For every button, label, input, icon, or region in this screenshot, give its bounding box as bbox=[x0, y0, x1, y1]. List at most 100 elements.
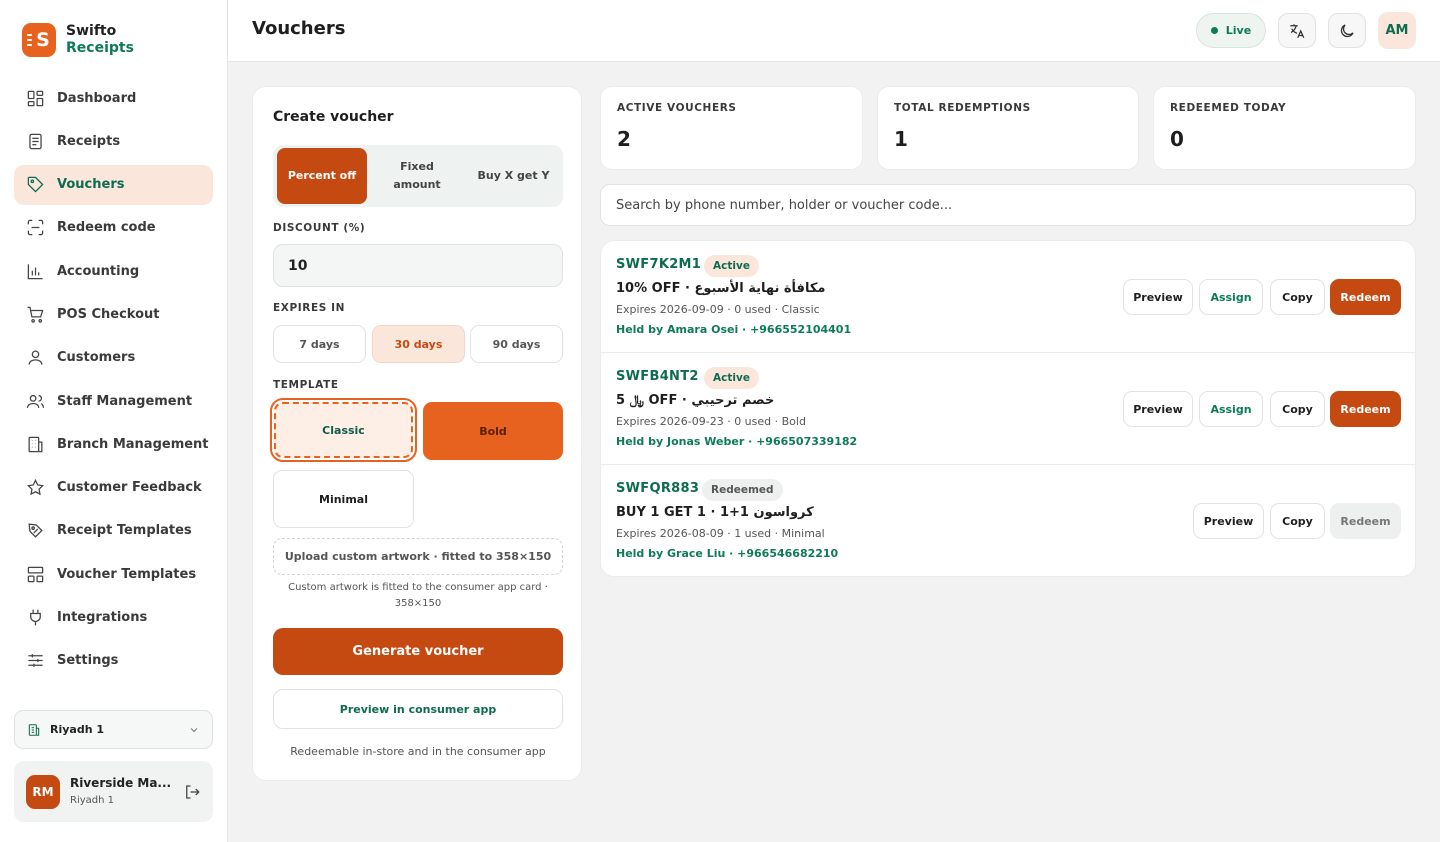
brand-sub: Receipts bbox=[66, 40, 134, 56]
create-voucher-panel: Create voucher Percent off Fixed amount … bbox=[252, 86, 582, 781]
redeem-button[interactable]: Redeem bbox=[1330, 279, 1401, 315]
assign-button[interactable]: Assign bbox=[1199, 391, 1263, 427]
sidebar-item-label: Customers bbox=[57, 350, 136, 366]
user-card: RM Riverside Ma... Riyadh 1 bbox=[14, 761, 213, 822]
sidebar-item-label: Customer Feedback bbox=[57, 480, 202, 496]
type-percent-off[interactable]: Percent off bbox=[277, 148, 367, 204]
list-item: SWF7K2M1 Active 10% OFF · مكافأة نهاية ا… bbox=[601, 241, 1415, 353]
template-minimal[interactable]: Minimal bbox=[273, 470, 414, 528]
stat-label: REDEEMED TODAY bbox=[1170, 102, 1287, 114]
user-icon bbox=[28, 350, 43, 365]
sidebar-item-redeem-code[interactable]: Redeem code bbox=[14, 208, 213, 248]
voucher-type-selector: Percent off Fixed amount Buy X get Y bbox=[273, 145, 563, 207]
building-icon bbox=[28, 723, 40, 736]
stat-value: 0 bbox=[1170, 127, 1184, 151]
copy-button[interactable]: Copy bbox=[1270, 391, 1325, 427]
stat-active-vouchers: ACTIVE VOUCHERS 2 bbox=[600, 86, 863, 170]
type-buy-x-get-y[interactable]: Buy X get Y bbox=[467, 148, 560, 204]
discount-input[interactable]: 10 bbox=[273, 244, 563, 287]
expiry-90-days[interactable]: 90 days bbox=[470, 325, 563, 363]
stat-total-redemptions: TOTAL REDEMPTIONS 1 bbox=[877, 86, 1139, 170]
stat-label: ACTIVE VOUCHERS bbox=[617, 102, 737, 114]
logout-icon[interactable] bbox=[183, 783, 201, 801]
expires-label: EXPIRES IN bbox=[273, 302, 346, 314]
sidebar-item-label: Settings bbox=[57, 653, 119, 669]
voucher-list: SWF7K2M1 Active 10% OFF · مكافأة نهاية ا… bbox=[600, 240, 1416, 577]
sliders-icon bbox=[28, 654, 43, 668]
sidebar-item-branch-management[interactable]: Branch Management bbox=[14, 424, 213, 464]
branch-select-value: Riyadh 1 bbox=[50, 723, 105, 736]
stat-redeemed-today: REDEEMED TODAY 0 bbox=[1153, 86, 1416, 170]
upload-artwork-button[interactable]: Upload custom artwork · fitted to 358×15… bbox=[273, 538, 563, 575]
redeem-note: Redeemable in-store and in the consumer … bbox=[290, 745, 546, 758]
brand-logo: S bbox=[22, 23, 56, 57]
preview-button[interactable]: Preview bbox=[1123, 279, 1193, 315]
live-label: Live bbox=[1225, 24, 1252, 37]
brand-name: Swifto bbox=[66, 23, 117, 39]
upload-note: Custom artwork is fitted to the consumer… bbox=[288, 582, 548, 609]
voucher-meta: Expires 2026-09-23 · 0 used · Bold bbox=[616, 415, 806, 428]
brand[interactable]: S Swifto Receipts bbox=[22, 23, 134, 57]
topbar: Vouchers Live AM bbox=[228, 0, 1440, 62]
user-branch: Riyadh 1 bbox=[70, 794, 114, 806]
preview-button[interactable]: Preview bbox=[1123, 391, 1193, 427]
preview-consumer-app-button[interactable]: Preview in consumer app bbox=[273, 689, 563, 729]
voucher-meta: Expires 2026-09-09 · 0 used · Classic bbox=[616, 303, 820, 316]
voucher-title: 5 ﷼ OFF · خصم ترحيبي bbox=[616, 393, 775, 408]
plug-icon bbox=[30, 609, 41, 626]
voucher-title: 10% OFF · مكافأة نهاية الأسبوع bbox=[616, 281, 826, 296]
language-button[interactable] bbox=[1278, 13, 1316, 48]
generate-voucher-button[interactable]: Generate voucher bbox=[273, 628, 563, 675]
redeem-button[interactable]: Redeem bbox=[1330, 391, 1401, 427]
theme-toggle-button[interactable] bbox=[1328, 13, 1366, 48]
tag-icon bbox=[27, 176, 44, 193]
voucher-code: SWFB4NT2 bbox=[616, 369, 699, 384]
sidebar-item-label: Redeem code bbox=[57, 220, 156, 236]
type-fixed-amount[interactable]: Fixed amount bbox=[371, 148, 463, 204]
search-input[interactable]: Search by phone number, holder or vouche… bbox=[600, 184, 1416, 226]
branch-select[interactable]: Riyadh 1 bbox=[14, 710, 213, 749]
live-status-badge[interactable]: Live bbox=[1196, 13, 1266, 48]
sidebar-item-label: Vouchers bbox=[57, 177, 125, 193]
list-item: SWFQR883 Redeemed BUY 1 GET 1 · كرواسون … bbox=[601, 465, 1415, 576]
preview-button[interactable]: Preview bbox=[1193, 503, 1264, 539]
status-badge: Active bbox=[704, 367, 759, 389]
expiry-30-days[interactable]: 30 days bbox=[372, 325, 465, 363]
type-fixed-amount-label: Fixed amount bbox=[393, 160, 441, 191]
sidebar-item-customer-feedback[interactable]: Customer Feedback bbox=[14, 468, 213, 508]
template-label: TEMPLATE bbox=[273, 379, 339, 391]
chevron-down-icon bbox=[190, 727, 198, 732]
sidebar-item-accounting[interactable]: Accounting bbox=[14, 251, 213, 291]
sidebar-item-settings[interactable]: Settings bbox=[14, 641, 213, 681]
sidebar-item-vouchers[interactable]: Vouchers bbox=[14, 164, 213, 205]
sidebar-item-integrations[interactable]: Integrations bbox=[14, 598, 213, 638]
sidebar-item-pos-checkout[interactable]: POS Checkout bbox=[14, 294, 213, 334]
expiry-7-days[interactable]: 7 days bbox=[273, 325, 366, 363]
sidebar-item-receipt-templates[interactable]: Receipt Templates bbox=[14, 511, 213, 551]
sidebar-item-label: Integrations bbox=[57, 610, 148, 626]
copy-button[interactable]: Copy bbox=[1270, 503, 1325, 539]
sidebar-item-receipts[interactable]: Receipts bbox=[14, 121, 213, 161]
redeem-button[interactable]: Redeem bbox=[1330, 503, 1401, 539]
star-icon bbox=[27, 479, 44, 496]
assign-button[interactable]: Assign bbox=[1199, 279, 1263, 315]
template-bold[interactable]: Bold bbox=[423, 402, 563, 460]
sidebar-item-label: Branch Management bbox=[57, 436, 209, 452]
voucher-meta: Expires 2026-08-09 · 1 used · Minimal bbox=[616, 527, 825, 540]
building-icon bbox=[28, 436, 43, 453]
grid-icon bbox=[27, 90, 44, 106]
copy-button[interactable]: Copy bbox=[1270, 279, 1325, 315]
sidebar-item-customers[interactable]: Customers bbox=[14, 338, 213, 378]
status-badge: Active bbox=[704, 255, 759, 277]
avatar[interactable]: AM bbox=[1378, 12, 1416, 49]
sidebar-item-voucher-templates[interactable]: Voucher Templates bbox=[14, 554, 213, 594]
voucher-code: SWFQR883 bbox=[616, 481, 700, 496]
avatar: RM bbox=[26, 774, 60, 809]
sidebar-item-label: POS Checkout bbox=[57, 306, 160, 322]
stat-label: TOTAL REDEMPTIONS bbox=[894, 102, 1031, 114]
stat-value: 2 bbox=[617, 127, 631, 151]
sidebar-item-staff-management[interactable]: Staff Management bbox=[14, 381, 213, 421]
sidebar-item-dashboard[interactable]: Dashboard bbox=[14, 78, 213, 118]
template-classic[interactable]: Classic bbox=[270, 398, 417, 462]
translate-icon bbox=[1290, 23, 1305, 38]
